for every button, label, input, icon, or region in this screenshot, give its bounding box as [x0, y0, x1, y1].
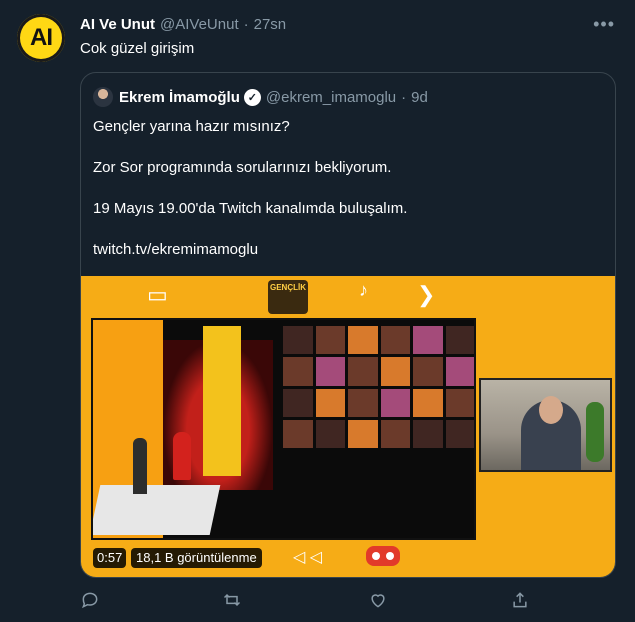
more-icon[interactable]: ••• [593, 14, 615, 35]
rewind-icon: ◁ ◁ [293, 549, 323, 566]
studio-desk [93, 485, 221, 535]
verified-badge-icon: ✓ [243, 88, 261, 106]
quoted-tweet[interactable]: Ekrem İmamoğlu ✓ @ekrem_imamoglu · 9d Ge… [80, 72, 616, 578]
studio-pillar [203, 326, 241, 476]
guest-face [539, 396, 563, 424]
tweet-time[interactable]: 27sn [254, 16, 287, 33]
video-elapsed-time: 0:57 [93, 548, 127, 568]
show-logo: GENÇLİK [268, 280, 308, 314]
avatar-logo-text: AI [30, 24, 53, 51]
video-wall-grid [283, 326, 474, 448]
robot-mascot-icon [366, 546, 400, 566]
quoted-tweet-text: Gençler yarına hazır mısınız? Zor Sor pr… [93, 117, 603, 281]
tweet[interactable]: AI AI Ve Unut @AIVeUnut · 27sn ••• Cok g… [0, 0, 635, 622]
plant [586, 402, 604, 462]
reply-icon[interactable] [80, 590, 100, 615]
show-logo-text: GENÇLİK [270, 283, 306, 292]
presenter-figure [173, 432, 191, 480]
video-frame-studio [91, 318, 476, 540]
quoted-avatar [93, 87, 113, 107]
play-arrow-icon: ❯ [417, 282, 436, 307]
video-view-count: 18,1 B görüntülenme [131, 548, 262, 568]
quoted-author-handle: @ekrem_imamoglu [265, 88, 397, 106]
heart-icon[interactable] [368, 590, 388, 615]
quoted-line: Gençler yarına hazır mısınız? [93, 118, 290, 135]
author-name[interactable]: AI Ve Unut [80, 16, 155, 33]
quoted-link[interactable]: twitch.tv/ekremimamoglu [93, 240, 603, 260]
quoted-author-name: Ekrem İmamoğlu [119, 88, 240, 106]
retweet-icon[interactable] [222, 590, 242, 615]
quoted-line: 19 Mayıs 19.00'da Twitch kanalımda buluş… [93, 200, 408, 217]
tweet-header: AI Ve Unut @AIVeUnut · 27sn [80, 14, 286, 34]
separator: · [243, 15, 249, 33]
separator: · [401, 88, 407, 106]
music-note-icon: ♪ [359, 280, 368, 300]
video-inset-guest [479, 378, 612, 472]
chat-bubble-icon: ▭ [147, 282, 168, 307]
share-icon[interactable] [510, 590, 530, 615]
avatar[interactable]: AI [17, 14, 65, 62]
tweet-text: Cok güzel girişim [80, 40, 195, 57]
presenter-figure [133, 438, 147, 494]
author-handle[interactable]: @AIVeUnut [160, 16, 239, 33]
quoted-tweet-header: Ekrem İmamoğlu ✓ @ekrem_imamoglu · 9d [93, 87, 428, 107]
tweet-actions [80, 590, 540, 612]
video-player[interactable]: ▭ GENÇLİK ♪ ❯ 0:57 18,1 B görüntülenme ◁… [81, 276, 615, 577]
quoted-tweet-time: 9d [411, 88, 428, 106]
quoted-line: Zor Sor programında sorularınızı bekliyo… [93, 159, 392, 176]
